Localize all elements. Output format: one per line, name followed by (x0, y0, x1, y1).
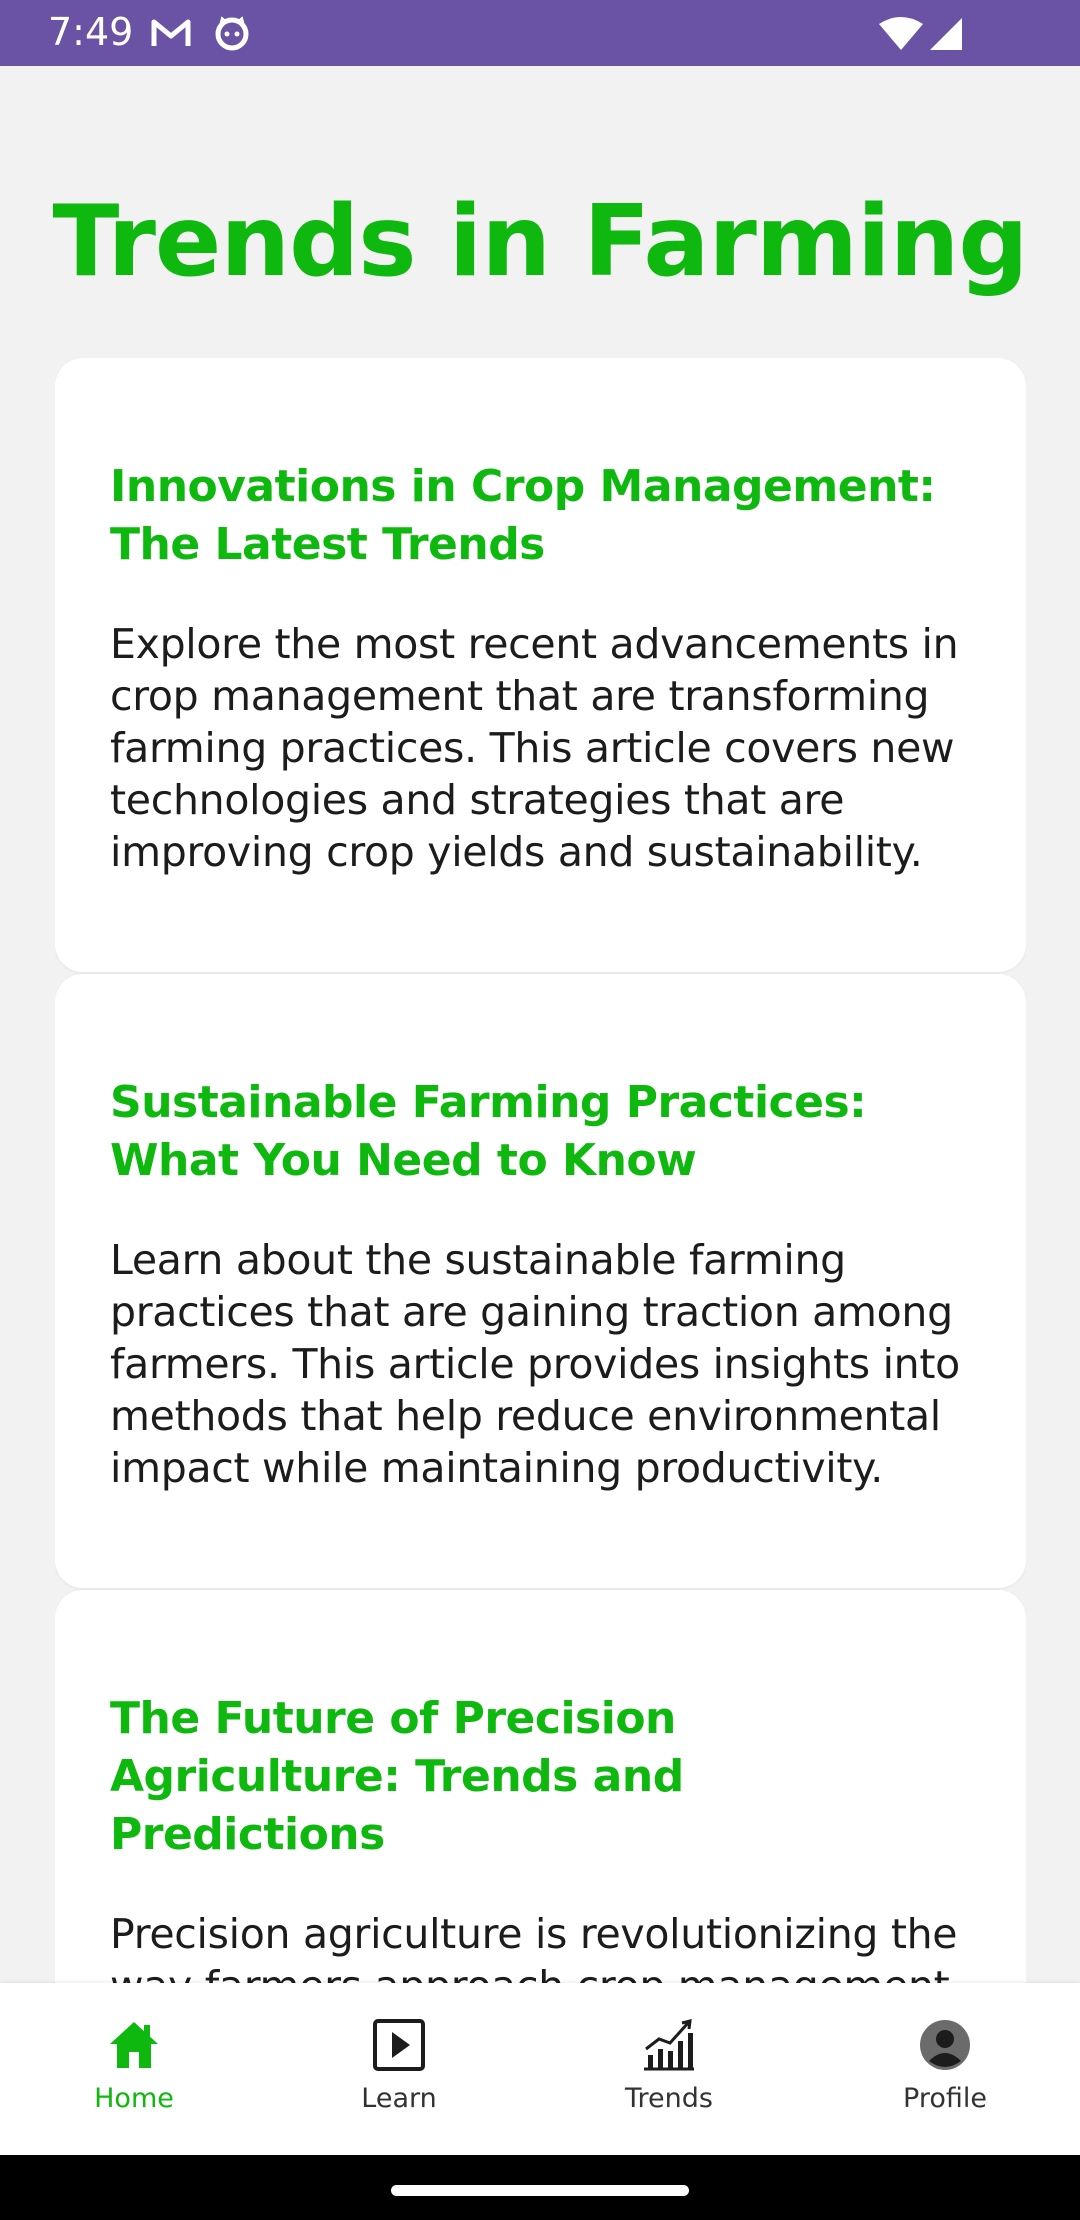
article-feed[interactable]: Innovations in Crop Management: The Late… (55, 358, 1026, 1983)
article-title: Innovations in Crop Management: The Late… (110, 461, 936, 570)
page-title: Trends in Farming (52, 185, 1028, 299)
home-icon (108, 2019, 160, 2076)
nav-label-profile: Profile (903, 2083, 987, 2114)
article-summary: Precision agriculture is revolutionizing… (110, 1910, 962, 1983)
nav-label-home: Home (94, 2083, 174, 2114)
article-card[interactable]: The Future of Precision Agriculture: Tre… (55, 1590, 1026, 1983)
nav-item-home[interactable]: Home (34, 1983, 234, 2155)
status-bar: 7:49 (0, 0, 1080, 66)
nav-item-trends[interactable]: Trends (569, 1983, 769, 2155)
article-card[interactable]: Sustainable Farming Practices: What You … (55, 974, 1026, 1588)
cat-face-icon (213, 14, 251, 57)
article-title: The Future of Precision Agriculture: Tre… (110, 1693, 684, 1860)
nav-label-trends: Trends (625, 2083, 713, 2114)
nav-item-profile[interactable]: Profile (845, 1983, 1045, 2155)
bottom-navigation: Home Learn Trends Profile (0, 1983, 1080, 2155)
article-card[interactable]: Innovations in Crop Management: The Late… (55, 358, 1026, 972)
nav-item-learn[interactable]: Learn (299, 1983, 499, 2155)
article-summary: Learn about the sustainable farming prac… (110, 1236, 960, 1492)
chart-icon (642, 2019, 696, 2076)
nav-label-learn: Learn (361, 2083, 437, 2114)
wifi-icon (878, 16, 924, 57)
gmail-icon (150, 14, 192, 57)
article-summary: Explore the most recent advancements in … (110, 620, 959, 876)
system-navigation-bar (0, 2155, 1080, 2220)
profile-icon (919, 2019, 971, 2076)
status-time: 7:49 (48, 10, 134, 54)
article-title: Sustainable Farming Practices: What You … (110, 1077, 867, 1186)
signal-icon (928, 16, 964, 57)
gesture-handle[interactable] (391, 2185, 689, 2196)
play-icon (373, 2019, 425, 2076)
